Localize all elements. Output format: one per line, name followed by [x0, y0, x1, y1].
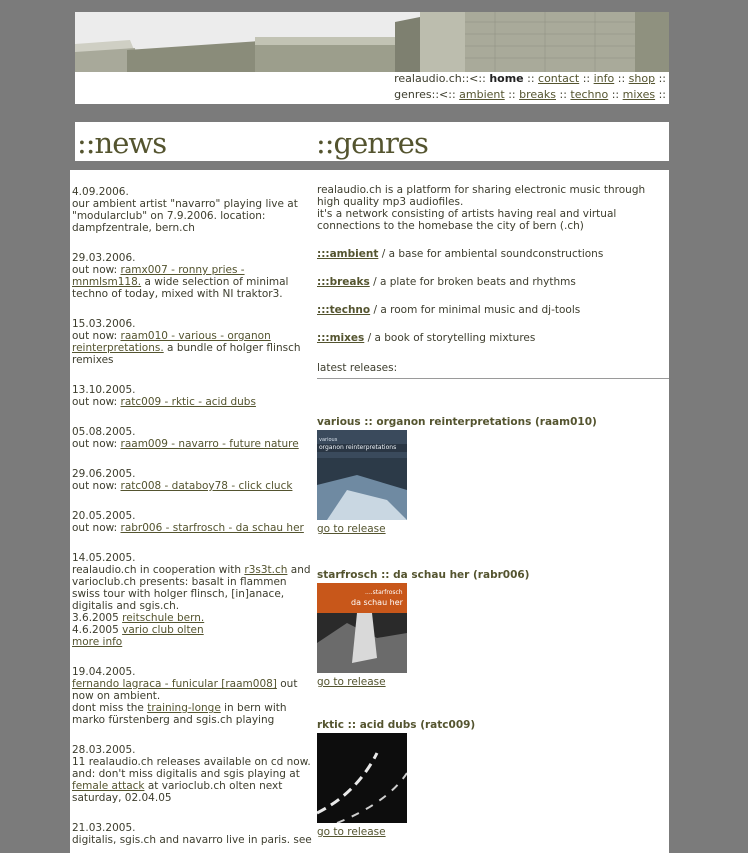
nav-info[interactable]: info [594, 72, 615, 85]
genres-column: realaudio.ch is a platform for sharing e… [316, 184, 669, 838]
news-item: 21.03.2005. digitalis, sgis.ch and navarr… [72, 822, 312, 846]
genre-nav-prefix: genres::<:: [394, 88, 456, 101]
svg-text:....starfrosch: ....starfrosch [365, 589, 403, 596]
svg-text:da schau her: da schau her [351, 598, 404, 607]
genre-item: :::breaks / a plate for broken beats and… [317, 276, 576, 288]
section-titles: ::news ::genres [75, 122, 669, 161]
nav-home[interactable]: home [489, 72, 523, 85]
genre-item: :::techno / a room for minimal music and… [317, 304, 581, 316]
news-link[interactable]: ratc009 - rktic - acid dubs [121, 396, 256, 408]
genres-title: ::genres [316, 126, 429, 160]
news-link[interactable]: training-longe [147, 702, 221, 714]
nav-techno[interactable]: techno [570, 88, 608, 101]
news-link[interactable]: female attack [72, 780, 145, 792]
release-cover-image[interactable] [316, 733, 408, 824]
news-link[interactable]: raam009 - navarro - future nature [121, 438, 299, 450]
news-link[interactable]: vario club olten [122, 624, 204, 636]
news-item: 29.03.2006. out now: ramx007 - ronny prie… [72, 252, 289, 300]
svg-text:organon reinterpretations: organon reinterpretations [319, 444, 396, 451]
genre-link-techno[interactable]: :::techno [317, 304, 370, 316]
news-item: 13.10.2005. out now: ratc009 - rktic - ac… [72, 384, 256, 408]
news-item: 28.03.2005. 11 realaudio.ch releases avai… [72, 744, 311, 804]
main-nav: realaudio.ch::<:: home :: contact :: inf… [394, 72, 666, 85]
svg-text:various: various [319, 437, 338, 443]
release-item: starfrosch :: da schau her (rabr006) ...… [317, 569, 669, 688]
genre-item: :::ambient / a base for ambiental soundc… [317, 248, 604, 260]
release-cover-image[interactable]: ....starfrosch da schau her [317, 583, 407, 673]
divider [317, 378, 669, 379]
nav-breaks[interactable]: breaks [519, 88, 556, 101]
genre-item: :::mixes / a book of storytelling mixtur… [317, 332, 536, 344]
nav-prefix: realaudio.ch::<:: [394, 72, 486, 85]
news-link[interactable]: reitschule bern. [122, 612, 204, 624]
news-title: ::news [77, 126, 167, 160]
nav-contact[interactable]: contact [538, 72, 579, 85]
go-to-release-link[interactable]: go to release [317, 676, 386, 688]
go-to-release-link[interactable]: go to release [317, 826, 386, 838]
genre-link-mixes[interactable]: :::mixes [317, 332, 364, 344]
building-image [75, 12, 669, 72]
nav-shop[interactable]: shop [629, 72, 655, 85]
news-link[interactable]: ratc008 - databoy78 - click cluck [121, 480, 293, 492]
release-title: various :: organon reinterpretations (ra… [317, 416, 597, 428]
release-cover-image[interactable]: various organon reinterpretations [317, 430, 407, 520]
nav-mixes[interactable]: mixes [623, 88, 655, 101]
genres-intro: realaudio.ch is a platform for sharing e… [317, 184, 646, 232]
more-info-link[interactable]: more info [72, 636, 122, 648]
news-item: 20.05.2005. out now: rabr006 - starfrosch… [72, 510, 304, 534]
news-item: 15.03.2006. out now: raam010 - various - … [72, 318, 301, 366]
news-column: 4.09.2006. our ambient artist "navarro" p… [72, 186, 314, 853]
news-link[interactable]: r3s3t.ch [244, 564, 287, 576]
news-link[interactable]: rabr006 - starfrosch - da schau her [121, 522, 304, 534]
news-item: 14.05.2005. realaudio.ch in cooperation w… [72, 552, 311, 648]
genre-link-ambient[interactable]: :::ambient [317, 248, 378, 260]
genre-link-breaks[interactable]: :::breaks [317, 276, 370, 288]
content-area: 4.09.2006. our ambient artist "navarro" p… [70, 170, 669, 853]
release-title: rktic :: acid dubs (ratc009) [317, 719, 476, 731]
release-title: starfrosch :: da schau her (rabr006) [317, 569, 530, 581]
header-banner-image [75, 12, 669, 72]
header: realaudio.ch::<:: home :: contact :: inf… [75, 12, 669, 104]
latest-releases-label: latest releases: [317, 362, 398, 374]
news-item: 05.08.2005. out now: raam009 - navarro - … [72, 426, 299, 450]
news-item: 19.04.2005. fernando lagraca - funicular … [72, 666, 298, 726]
release-item: various :: organon reinterpretations (ra… [317, 416, 669, 535]
go-to-release-link[interactable]: go to release [317, 523, 386, 535]
news-item: 4.09.2006. our ambient artist "navarro" p… [72, 186, 298, 234]
nav-ambient[interactable]: ambient [459, 88, 505, 101]
genre-nav: genres::<:: ambient :: breaks :: techno … [394, 88, 666, 101]
news-link[interactable]: fernando lagraca - funicular [raam008] [72, 678, 277, 690]
release-item: rktic :: acid dubs (ratc009) go to relea… [316, 719, 669, 838]
news-item: 29.06.2005. out now: ratc008 - databoy78 … [72, 468, 293, 492]
